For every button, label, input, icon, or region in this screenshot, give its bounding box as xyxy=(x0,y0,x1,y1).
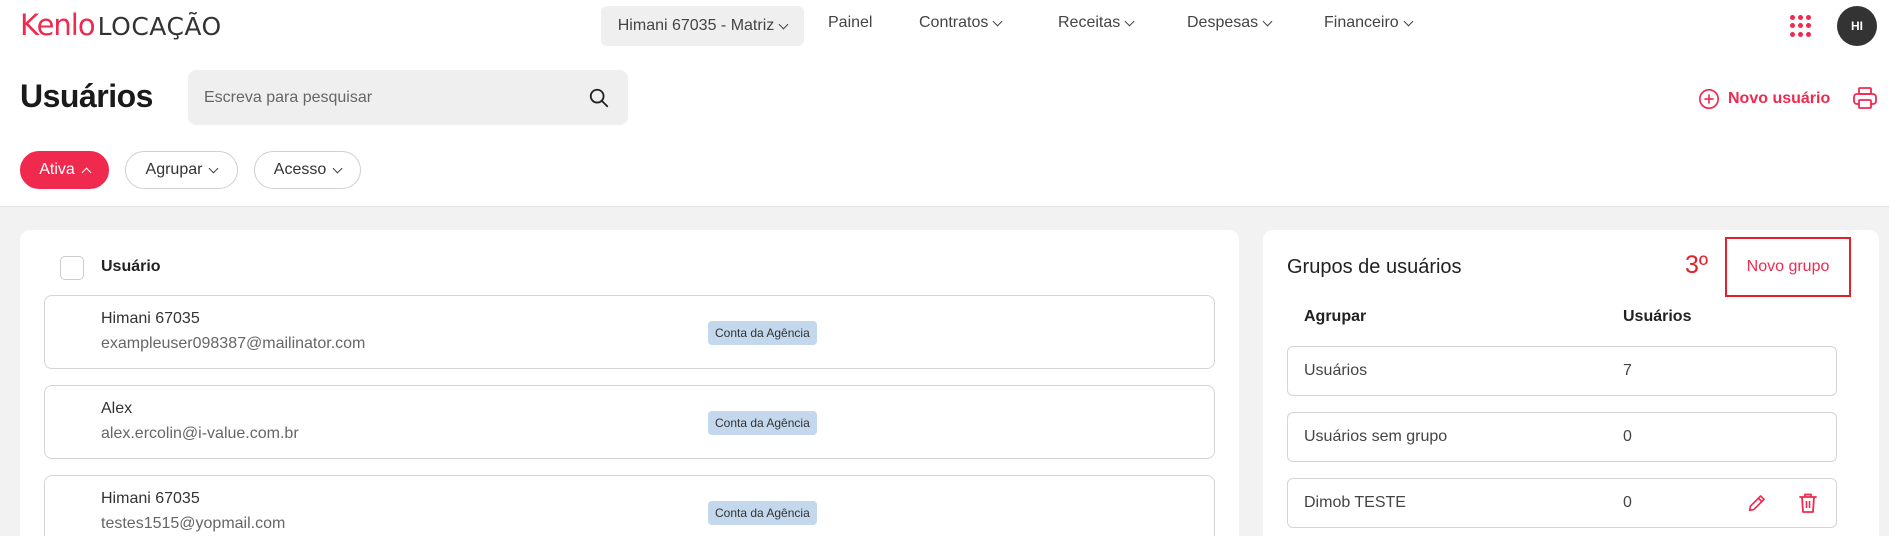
group-row[interactable]: Usuários sem grupo 0 xyxy=(1287,412,1837,462)
page-title: Usuários xyxy=(20,78,153,114)
group-name: Usuários sem grupo xyxy=(1304,428,1448,445)
scrollbar[interactable] xyxy=(1889,206,1897,536)
apps-grid-icon[interactable] xyxy=(1790,15,1812,37)
chevron-down-icon xyxy=(332,163,343,173)
nav-item-painel[interactable]: Painel xyxy=(828,14,872,32)
groups-column-header-group: Agrupar xyxy=(1304,308,1367,325)
top-navbar: Kenlo LOCAÇÃO Himani 67035 - Matriz Pain… xyxy=(0,0,1897,52)
chevron-down-icon xyxy=(992,16,1003,26)
account-badge: Conta da Agência xyxy=(708,411,817,435)
chevron-down-icon xyxy=(1124,16,1135,26)
group-name: Usuários xyxy=(1304,362,1368,379)
account-badge: Conta da Agência xyxy=(708,501,817,525)
avatar[interactable]: HI xyxy=(1837,6,1877,46)
user-email: alex.ercolin@i-value.com.br xyxy=(101,425,299,442)
chevron-up-icon xyxy=(81,167,92,177)
step-annotation: 3º xyxy=(1685,251,1709,279)
filter-chip-label: Acesso xyxy=(273,161,327,178)
filter-chip-agrupar[interactable]: Agrupar xyxy=(125,151,238,189)
filter-chip-acesso[interactable]: Acesso xyxy=(254,151,361,189)
table-row[interactable]: Himani 67035 testes1515@yopmail.com Cont… xyxy=(44,475,1215,536)
table-row[interactable]: Himani 67035 exampleuser098387@mailinato… xyxy=(44,295,1215,369)
search-input[interactable] xyxy=(204,70,584,125)
group-name: Dimob TESTE xyxy=(1304,494,1406,511)
chevron-down-icon xyxy=(1262,16,1273,26)
new-group-button[interactable]: Novo grupo xyxy=(1725,237,1851,297)
group-row[interactable]: Usuários 7 xyxy=(1287,346,1837,396)
user-name: Alex xyxy=(101,400,133,417)
nav-item-financeiro[interactable]: Financeiro xyxy=(1324,14,1414,32)
app-logo[interactable]: Kenlo LOCAÇÃO xyxy=(20,8,222,42)
nav-item-despesas[interactable]: Despesas xyxy=(1187,14,1273,32)
logo-product: LOCAÇÃO xyxy=(97,12,222,41)
table-row[interactable]: Alex alex.ercolin@i-value.com.br Conta d… xyxy=(44,385,1215,459)
new-user-label: Novo usuário xyxy=(1728,90,1831,107)
chevron-down-icon xyxy=(209,163,219,173)
filter-chip-label: Ativa xyxy=(39,161,75,178)
search-box xyxy=(188,70,628,125)
print-icon[interactable] xyxy=(1852,86,1878,110)
edit-icon[interactable] xyxy=(1746,492,1768,514)
group-count: 0 xyxy=(1623,428,1632,445)
user-email: testes1515@yopmail.com xyxy=(101,515,286,532)
group-count: 7 xyxy=(1623,362,1632,379)
filter-chip-ativa[interactable]: Ativa xyxy=(20,151,109,189)
filter-chip-label: Agrupar xyxy=(145,161,203,178)
groups-column-header-users: Usuários xyxy=(1623,308,1692,325)
branch-selector[interactable]: Himani 67035 - Matriz xyxy=(601,6,804,46)
user-name: Himani 67035 xyxy=(101,490,200,507)
select-all-checkbox[interactable] xyxy=(60,256,84,280)
nav-item-contratos[interactable]: Contratos xyxy=(919,14,1003,32)
new-user-button[interactable]: Novo usuário xyxy=(1698,88,1830,110)
logo-brand: Kenlo xyxy=(20,8,96,42)
plus-circle-icon xyxy=(1699,89,1719,109)
trash-icon[interactable] xyxy=(1798,492,1818,514)
chevron-down-icon xyxy=(1403,16,1414,26)
nav-item-label: Receitas xyxy=(1058,14,1121,31)
branch-label: Himani 67035 - Matriz xyxy=(617,17,775,34)
chevron-down-icon xyxy=(778,19,789,29)
search-icon[interactable] xyxy=(588,87,610,109)
group-row[interactable]: Dimob TESTE 0 xyxy=(1287,478,1837,528)
groups-title: Grupos de usuários xyxy=(1287,256,1462,278)
users-column-header: Usuário xyxy=(101,258,161,275)
nav-item-receitas[interactable]: Receitas xyxy=(1058,14,1135,32)
user-name: Himani 67035 xyxy=(101,310,200,327)
nav-item-label: Painel xyxy=(828,14,873,31)
nav-item-label: Contratos xyxy=(919,14,989,31)
group-count: 0 xyxy=(1623,494,1632,511)
user-email: exampleuser098387@mailinator.com xyxy=(101,335,366,352)
account-badge: Conta da Agência xyxy=(708,321,817,345)
nav-item-label: Despesas xyxy=(1187,14,1259,31)
nav-item-label: Financeiro xyxy=(1324,14,1399,31)
